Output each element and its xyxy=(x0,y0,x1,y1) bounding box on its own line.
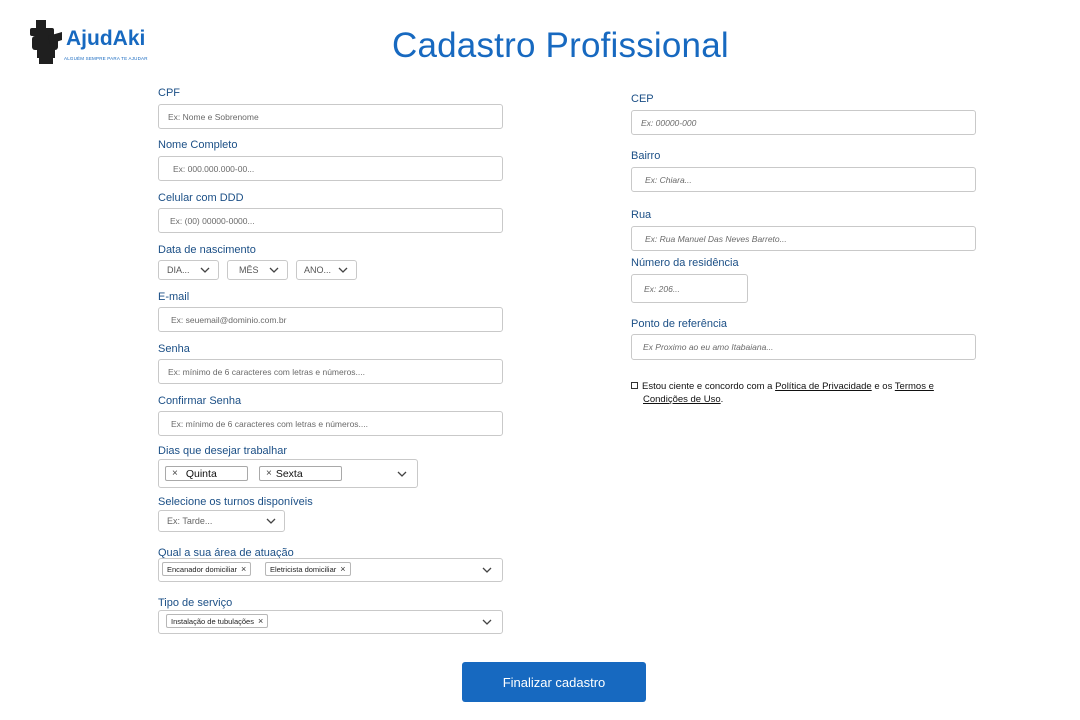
confirmar-input[interactable] xyxy=(158,411,503,436)
turnos-value: Ex: Tarde... xyxy=(167,516,213,526)
close-icon[interactable]: × xyxy=(266,468,272,479)
terms-checkbox[interactable] xyxy=(631,381,638,389)
senha-label: Senha xyxy=(158,343,190,355)
hand-tool-icon xyxy=(30,20,62,64)
area-chip[interactable]: Encanador domiciliar × xyxy=(162,562,252,576)
day-chip[interactable]: × Quinta xyxy=(165,466,248,481)
close-icon[interactable]: × xyxy=(172,468,178,479)
logo[interactable]: AjudAki ALGUÉM SEMPRE PARA TE AJUDAR xyxy=(28,18,168,68)
nome-label: Nome Completo xyxy=(158,139,238,151)
dia-value: DIA... xyxy=(167,265,190,275)
dia-select[interactable]: DIA... xyxy=(158,260,219,280)
email-label: E-mail xyxy=(158,291,190,303)
nascimento-label: Data de nascimento xyxy=(158,244,256,256)
terms-consent: Estou ciente e concordo com a Política d… xyxy=(631,381,951,406)
tipo-label: Tipo de serviço xyxy=(158,597,233,609)
ano-value: ANO... xyxy=(304,265,332,275)
area-chip-label: Encanador domiciliar xyxy=(167,564,238,574)
area-chip[interactable]: Eletricista domiciliar × xyxy=(265,562,351,576)
cpf-input[interactable] xyxy=(158,104,503,129)
cep-input[interactable] xyxy=(631,110,976,135)
chevron-down-icon xyxy=(200,267,210,273)
day-chip[interactable]: × Sexta xyxy=(259,466,342,481)
area-chip-label: Eletricista domiciliar xyxy=(270,564,337,574)
close-icon[interactable]: × xyxy=(340,564,345,574)
privacy-policy-link[interactable]: Política de Privacidade xyxy=(775,381,872,392)
page-title: Cadastro Profissional xyxy=(392,26,729,65)
celular-input[interactable] xyxy=(158,208,503,233)
rua-input[interactable] xyxy=(631,226,976,251)
chevron-down-icon xyxy=(338,267,348,273)
senha-input[interactable] xyxy=(158,359,503,384)
cep-label: CEP xyxy=(631,93,654,105)
submit-button[interactable]: Finalizar cadastro xyxy=(462,662,646,702)
rua-label: Rua xyxy=(631,209,652,221)
day-chip-label: Quinta xyxy=(185,467,217,480)
tipo-chip[interactable]: Instalação de tubulações × xyxy=(166,614,269,628)
terms-suffix: . xyxy=(720,393,724,405)
email-input[interactable] xyxy=(158,307,503,332)
terms-and: e os xyxy=(874,381,893,392)
cpf-label: CPF xyxy=(158,87,180,99)
numero-input[interactable] xyxy=(631,274,748,303)
close-icon[interactable]: × xyxy=(258,616,263,626)
chevron-down-icon xyxy=(482,567,492,573)
day-chip-label: Sexta xyxy=(275,467,303,480)
referencia-input[interactable] xyxy=(631,334,976,360)
chevron-down-icon xyxy=(397,471,407,477)
terms-link-part2[interactable]: Condições de Uso xyxy=(643,394,721,405)
bairro-label: Bairro xyxy=(631,150,661,162)
ano-select[interactable]: ANO... xyxy=(296,260,357,280)
chevron-down-icon xyxy=(482,619,492,625)
mes-value: MÊS xyxy=(239,265,259,275)
terms-prefix: Estou ciente e concordo com a xyxy=(642,381,773,392)
dias-label: Dias que desejar trabalhar xyxy=(158,445,288,457)
referencia-label: Ponto de referência xyxy=(631,318,728,330)
turnos-select[interactable]: Ex: Tarde... xyxy=(158,510,285,532)
confirmar-label: Confirmar Senha xyxy=(158,395,242,407)
numero-label: Número da residência xyxy=(631,257,739,269)
tipo-chip-label: Instalação de tubulações xyxy=(171,616,254,626)
mes-select[interactable]: MÊS xyxy=(227,260,288,280)
turnos-label: Selecione os turnos disponíveis xyxy=(158,496,313,508)
logo-name: AjudAki xyxy=(66,27,146,50)
chevron-down-icon xyxy=(269,267,279,273)
nome-input[interactable] xyxy=(158,156,503,181)
logo-tagline: ALGUÉM SEMPRE PARA TE AJUDAR xyxy=(64,56,148,61)
celular-label: Celular com DDD xyxy=(158,192,244,204)
bairro-input[interactable] xyxy=(631,167,976,192)
chevron-down-icon xyxy=(266,518,276,524)
terms-link-part1[interactable]: Termos e xyxy=(895,381,934,392)
close-icon[interactable]: × xyxy=(241,564,246,574)
